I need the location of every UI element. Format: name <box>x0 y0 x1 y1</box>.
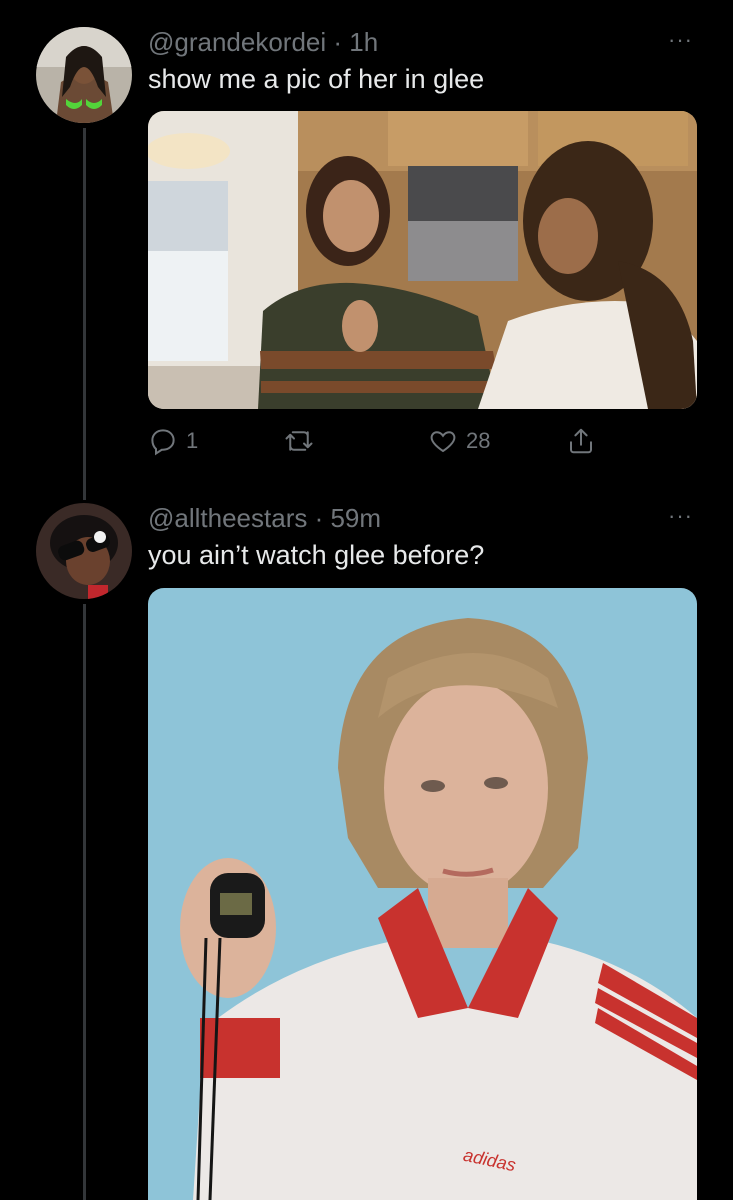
share-icon <box>570 428 592 454</box>
avatar[interactable] <box>36 27 132 123</box>
reply-count: 1 <box>186 428 199 453</box>
retweet-button[interactable] <box>284 425 314 457</box>
thread-line <box>83 604 86 1200</box>
like-count: 28 <box>466 428 491 453</box>
share-button[interactable] <box>566 425 596 457</box>
tweet-time[interactable]: 59m <box>330 503 381 533</box>
tweet-image[interactable] <box>148 111 697 409</box>
separator-dot: · <box>307 503 331 533</box>
tweet-image[interactable] <box>148 588 697 1200</box>
separator-dot: · <box>326 27 350 57</box>
avatar[interactable] <box>36 503 132 599</box>
retweet-icon <box>285 431 313 451</box>
thread-line <box>83 128 86 500</box>
heart-icon <box>430 431 456 453</box>
more-options-icon[interactable]: ··· <box>668 27 693 53</box>
like-button[interactable]: 28 <box>428 425 490 457</box>
reply-icon <box>151 429 175 456</box>
more-options-icon[interactable]: ··· <box>668 503 693 529</box>
tweet-handle[interactable]: @alltheestars <box>148 503 307 533</box>
tweet-text: show me a pic of her in glee <box>148 64 485 94</box>
tweet-time[interactable]: 1h <box>349 27 378 57</box>
reply-button[interactable]: 1 <box>148 425 198 457</box>
tweet-handle[interactable]: @grandekordei <box>148 27 326 57</box>
tweet-text: you ain’t watch glee before? <box>148 540 485 570</box>
